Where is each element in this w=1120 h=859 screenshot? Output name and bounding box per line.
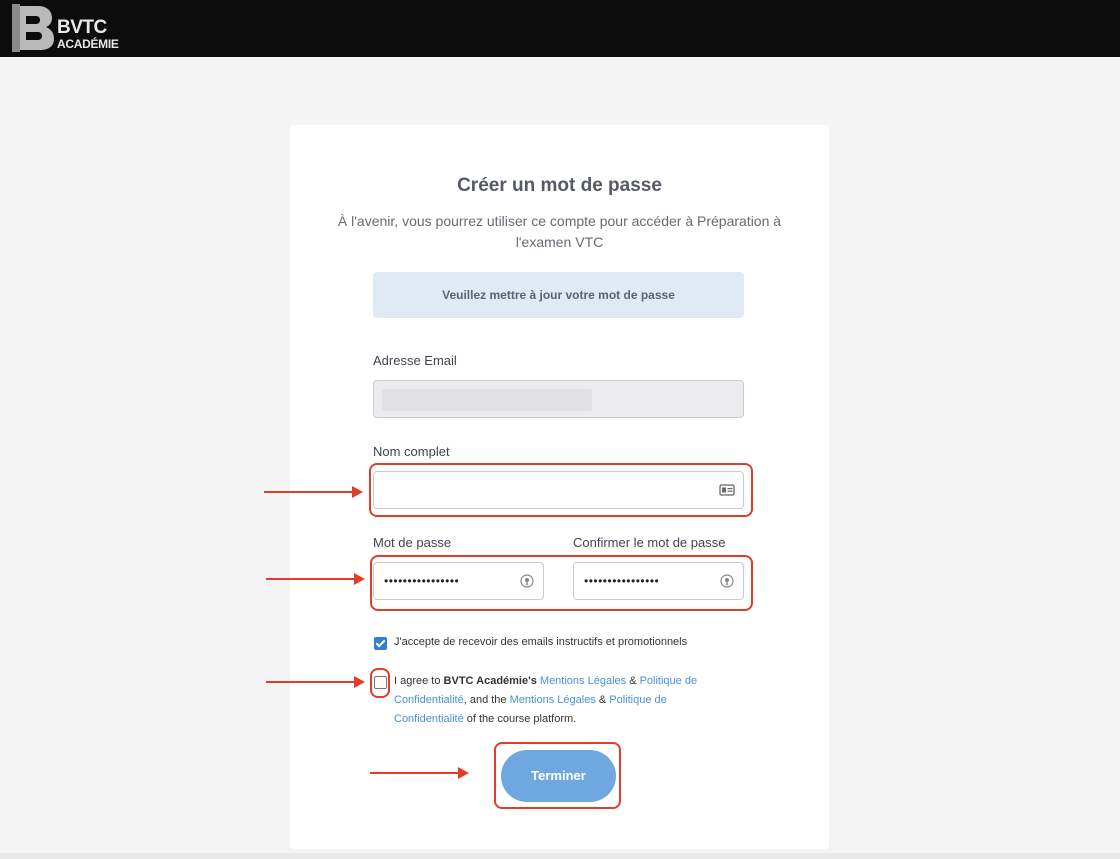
update-password-notice: Veuillez mettre à jour votre mot de pass… [373,272,744,318]
annotation-arrow-icon [266,573,365,585]
course-mentions-legales-link[interactable]: Mentions Légales [510,694,596,706]
annotation-arrow-icon [264,486,363,498]
brand-subtitle: ACADÉMIE [57,37,119,51]
terms-prefix: I agree to [394,675,444,687]
terms-ampersand: & [595,694,610,706]
terms-ampersand: & [626,675,640,687]
mentions-legales-link[interactable]: Mentions Légales [540,675,626,687]
brand-name: BVTC [57,17,107,38]
brand-logo[interactable]: BVTC ACADÉMIE [12,4,132,54]
email-label: Adresse Email [373,353,457,368]
marketing-consent-label: J'accepte de recevoir des emails instruc… [394,636,688,648]
annotation-highlight-terms-checkbox [370,668,390,698]
marketing-consent-checkbox[interactable] [374,637,387,650]
bvtc-b-logo-icon [12,4,54,52]
page-bottom-edge [0,853,1120,859]
annotation-arrow-icon [266,676,365,688]
page-title: Créer un mot de passe [457,175,662,196]
password-label: Mot de passe [373,535,452,550]
terms-label: I agree to BVTC Académie's Mentions Léga… [394,672,724,729]
email-field [373,380,744,418]
annotation-highlight-passwords [370,555,753,611]
annotation-arrow-icon [370,767,469,779]
terms-brand: BVTC Académie's [443,675,537,687]
annotation-highlight-fullname [369,463,753,517]
confirm-password-label: Confirmer le mot de passe [573,535,726,550]
annotation-highlight-submit [494,742,621,809]
fullname-label: Nom complet [373,444,450,459]
page-subtitle: À l'avenir, vous pourrez utiliser ce com… [337,213,782,250]
terms-suffix: of the course platform. [463,713,577,725]
top-navigation-bar: BVTC ACADÉMIE [0,0,1120,57]
terms-middle: , and the [463,694,510,706]
redacted-email-value [382,389,592,411]
